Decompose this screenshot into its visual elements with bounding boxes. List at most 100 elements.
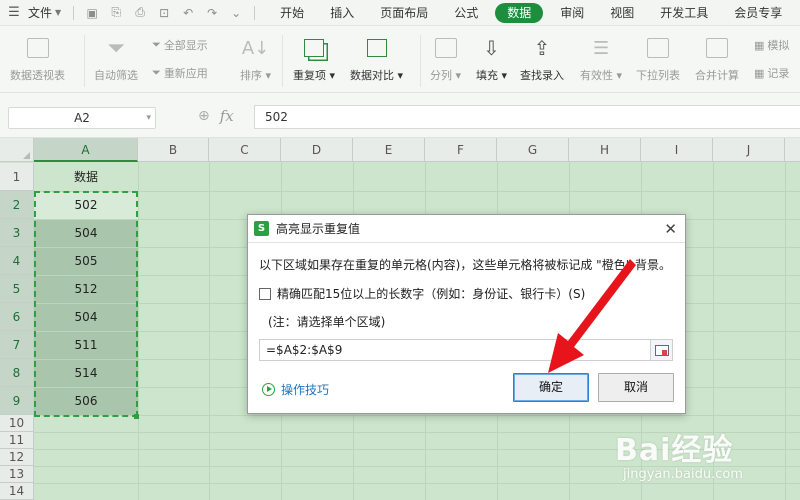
file-menu[interactable]: 文件 ▼ xyxy=(28,4,69,21)
tab-member[interactable]: 会员专享 xyxy=(721,3,795,23)
tab-insert[interactable]: 插入 xyxy=(317,3,367,23)
lookup-entry-icon: ⇪ xyxy=(533,36,551,60)
sort-button[interactable]: A↓ 排序 ▾ xyxy=(240,33,271,83)
row-header-7[interactable]: 7 xyxy=(0,331,34,359)
red-arrow-annotation xyxy=(548,259,636,373)
consolidate-button[interactable]: 合并计算 xyxy=(695,33,739,83)
duplicates-label: 重复项 xyxy=(293,69,326,82)
split-column-button[interactable]: 分列 ▾ xyxy=(430,33,461,83)
lookup-entry-button[interactable]: ⇪ 查找录入 xyxy=(520,33,564,83)
range-picker-icon[interactable] xyxy=(650,340,672,360)
column-header-c[interactable]: C xyxy=(209,138,281,162)
save-icon[interactable]: ▣ xyxy=(84,6,100,20)
column-header-d[interactable]: D xyxy=(281,138,353,162)
row-header-9[interactable]: 9 xyxy=(0,387,34,415)
undo-icon[interactable]: ↶ xyxy=(180,6,196,20)
dropdown-list-label: 下拉列表 xyxy=(636,69,680,82)
column-header-b[interactable]: B xyxy=(138,138,209,162)
tab-view[interactable]: 视图 xyxy=(597,3,647,23)
tab-data[interactable]: 数据 xyxy=(495,2,544,23)
row-header-1[interactable]: 1 xyxy=(0,163,34,191)
pivot-table-button[interactable]: 数据透视表 xyxy=(10,33,65,83)
fill-handle[interactable] xyxy=(134,414,139,419)
autofilter-button[interactable]: ⏷ 自动筛选 xyxy=(94,33,138,83)
row-header-13[interactable]: 13 xyxy=(0,466,34,483)
column-header-e[interactable]: E xyxy=(353,138,425,162)
column-header-i[interactable]: I xyxy=(641,138,713,162)
column-header-h[interactable]: H xyxy=(569,138,641,162)
preview-icon[interactable]: ⊡ xyxy=(156,6,172,20)
name-box[interactable]: A2 ▾ xyxy=(8,107,156,129)
row-header-3[interactable]: 3 xyxy=(0,219,34,247)
fill-icon: ⇩ xyxy=(483,36,500,60)
chevron-down-icon: ▼ xyxy=(55,8,62,17)
select-all-corner[interactable] xyxy=(0,138,34,162)
sort-icon: A↓ xyxy=(241,37,270,59)
tips-link[interactable]: 操作技巧 xyxy=(262,381,329,398)
dialog-title-bar[interactable]: S 高亮显示重复值 xyxy=(248,215,685,243)
grid-line xyxy=(34,483,800,484)
autofilter-label: 自动筛选 xyxy=(94,69,138,82)
record-button[interactable]: ▦ 记录 xyxy=(754,65,789,81)
redo-icon[interactable]: ↷ xyxy=(204,6,220,20)
customize-icon[interactable]: ⌄ xyxy=(228,6,244,20)
row-header-5[interactable]: 5 xyxy=(0,275,34,303)
checkbox-icon[interactable] xyxy=(259,287,271,300)
split-column-icon xyxy=(434,38,457,58)
reapply-icon: ⏷ xyxy=(152,66,161,79)
show-all-icon: ⏷ xyxy=(152,38,161,51)
divider xyxy=(254,5,256,20)
file-menu-label: 文件 xyxy=(28,6,53,20)
duplicates-button[interactable]: 重复项 ▾ xyxy=(293,33,335,83)
print-icon[interactable]: ⎙ xyxy=(132,5,148,20)
watermark-brand: Bai经验 xyxy=(615,433,734,468)
consolidate-icon xyxy=(706,38,728,58)
tab-formulas[interactable]: 公式 xyxy=(441,3,491,23)
dropdown-list-button[interactable]: 下拉列表 xyxy=(636,33,680,83)
consolidate-label: 合并计算 xyxy=(695,69,739,82)
close-icon[interactable]: ✕ xyxy=(664,220,677,238)
row-header-4[interactable]: 4 xyxy=(0,247,34,275)
row-header-11[interactable]: 11 xyxy=(0,432,34,449)
zoom-icon[interactable]: ⊕ xyxy=(198,108,210,124)
tab-developer[interactable]: 开发工具 xyxy=(647,3,721,23)
baidu-jingyan-watermark: Bai经验 jingyan.baidu.com xyxy=(615,425,743,482)
column-header-f[interactable]: F xyxy=(425,138,497,162)
row-header-8[interactable]: 8 xyxy=(0,359,34,387)
column-header-a[interactable]: A xyxy=(34,138,138,162)
reapply-button[interactable]: ⏷ 重新应用 xyxy=(152,65,208,81)
simulate-label: 模拟 xyxy=(767,39,790,52)
play-icon xyxy=(262,383,275,396)
simulate-button[interactable]: ▦ 模拟 xyxy=(754,37,789,53)
dropdown-list-icon xyxy=(647,38,669,58)
range-value: =$A$2:$A$9 xyxy=(266,343,343,357)
show-all-button[interactable]: ⏷ 全部显示 xyxy=(152,37,208,53)
row-header-10[interactable]: 10 xyxy=(0,415,34,432)
dialog-title: 高亮显示重复值 xyxy=(276,222,361,236)
divider xyxy=(282,35,283,87)
tab-page-layout[interactable]: 页面布局 xyxy=(367,3,441,23)
row-header-6[interactable]: 6 xyxy=(0,303,34,331)
export-icon[interactable]: ⎘ xyxy=(108,5,124,20)
row-header-14[interactable]: 14 xyxy=(0,483,34,500)
tab-review[interactable]: 审阅 xyxy=(547,3,597,23)
validity-button[interactable]: ☰ 有效性 ▾ xyxy=(580,33,622,83)
formula-input[interactable]: 502 xyxy=(254,105,800,129)
row-header-2[interactable]: 2 xyxy=(0,191,34,219)
function-icon[interactable]: fx xyxy=(220,107,234,125)
chevron-down-icon[interactable]: ▾ xyxy=(146,108,151,128)
pivot-table-label: 数据透视表 xyxy=(10,69,65,82)
fill-button[interactable]: ⇩ 填充 ▾ xyxy=(476,33,507,83)
lookup-entry-label: 查找录入 xyxy=(520,69,564,82)
reapply-label: 重新应用 xyxy=(163,67,208,80)
column-header-g[interactable]: G xyxy=(497,138,569,162)
row-header-12[interactable]: 12 xyxy=(0,449,34,466)
hamburger-icon[interactable]: ☰ xyxy=(0,5,28,20)
column-header-j[interactable]: J xyxy=(713,138,785,162)
tab-home[interactable]: 开始 xyxy=(267,3,317,23)
chevron-down-icon: ▾ xyxy=(394,69,404,82)
cell-a1[interactable]: 数据 xyxy=(34,163,138,191)
compare-button[interactable]: 数据对比 ▾ xyxy=(350,33,403,83)
sort-label: 排序 xyxy=(240,69,262,82)
watermark-url: jingyan.baidu.com xyxy=(623,467,743,482)
